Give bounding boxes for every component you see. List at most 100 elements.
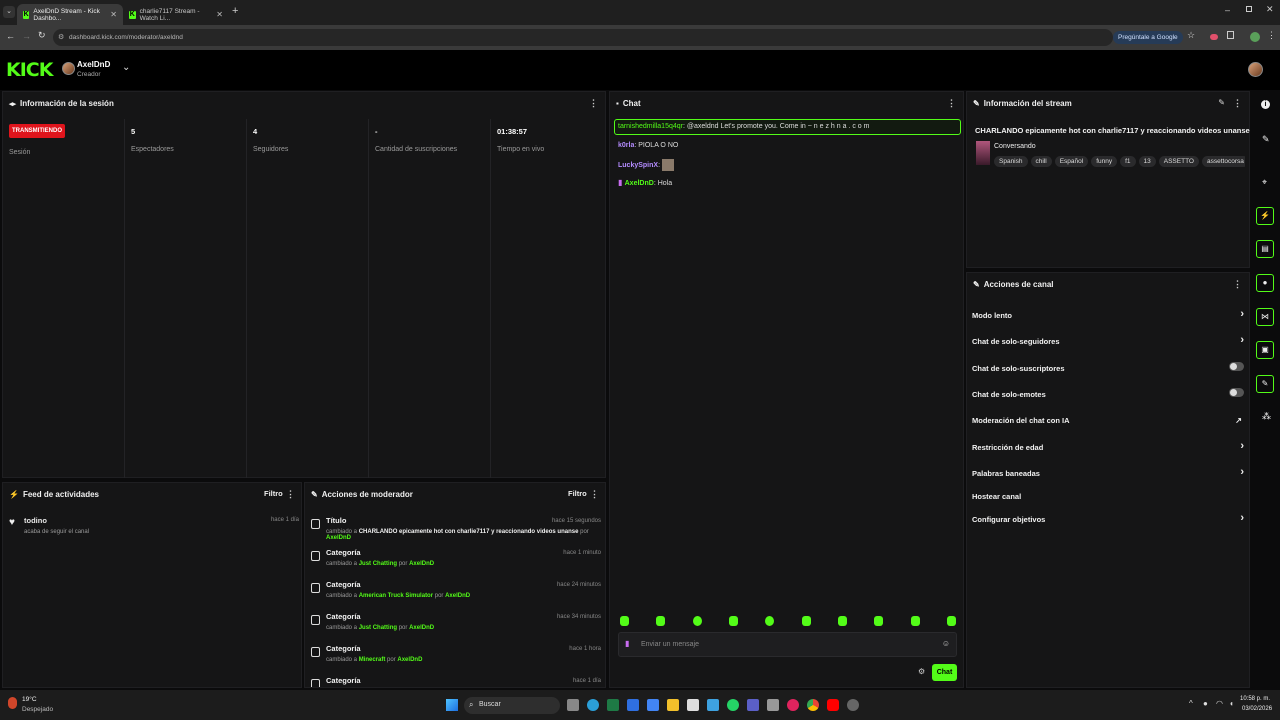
more-options-icon[interactable]: ⋮	[1233, 98, 1242, 109]
ask-google-button[interactable]: Pregúntale a Google	[1113, 31, 1183, 44]
app-icon[interactable]	[847, 699, 859, 711]
tab-list-button[interactable]: ⌄	[3, 6, 15, 18]
chat-username[interactable]: LuckySpinX	[618, 162, 658, 169]
profile-icon[interactable]	[1250, 32, 1260, 42]
volume-icon[interactable]: ◖	[1229, 699, 1234, 708]
action-subscribers-only[interactable]: Chat de solo-suscriptores	[972, 362, 1244, 373]
session-info-panel: ◂▸ Información de la sesión ⋮ TRANSMITIEN…	[2, 91, 606, 478]
panel-header: ✎ Información del stream	[973, 99, 1072, 108]
app-icon[interactable]	[627, 699, 639, 711]
address-input[interactable]: ⚙ dashboard.kick.com/moderator/axeldnd	[53, 29, 1113, 46]
user-menu[interactable]: AxelDnD Creador ⌄	[62, 60, 134, 80]
edge-icon[interactable]	[587, 699, 599, 711]
file-explorer-icon[interactable]	[667, 699, 679, 711]
bookmark-star-icon[interactable]: ☆	[1187, 30, 1195, 41]
edit-icon[interactable]: ✎	[1218, 98, 1225, 107]
chat-settings-icon[interactable]: ⚙	[918, 667, 925, 676]
filter-button[interactable]: Filtro	[568, 489, 587, 498]
browser-tab-dashboard[interactable]: K AxelDnD Stream - Kick Dashbo... ✕	[17, 4, 123, 25]
kick-logo[interactable]: KICK	[6, 59, 53, 81]
back-icon[interactable]: ←	[6, 31, 15, 41]
emote-icon[interactable]	[801, 616, 811, 626]
filter-button[interactable]: Filtro	[264, 489, 283, 498]
excel-icon[interactable]	[607, 699, 619, 711]
quick-action-camera-icon[interactable]: ▣	[1256, 341, 1274, 359]
extensions-puzzle-icon[interactable]	[1227, 31, 1234, 39]
quick-action-split-icon[interactable]: ⋈	[1256, 308, 1274, 326]
app-icon[interactable]	[787, 699, 799, 711]
action-set-goals[interactable]: Configurar objetivos ›	[972, 512, 1244, 524]
emote-icon[interactable]	[692, 616, 702, 626]
notepad-icon[interactable]	[687, 699, 699, 711]
crosshair-icon[interactable]: ⌖	[1262, 177, 1267, 188]
chat-username[interactable]: k0rla	[618, 142, 634, 149]
microphone-icon[interactable]: ●	[1203, 699, 1208, 708]
subscribers-only-toggle[interactable]	[1229, 362, 1244, 371]
more-options-icon[interactable]: ⋮	[947, 98, 956, 109]
pencil-icon[interactable]: ✎	[1262, 134, 1270, 145]
start-button[interactable]	[446, 699, 458, 711]
emote-icon[interactable]	[837, 616, 847, 626]
emoji-picker-icon[interactable]: ☺	[942, 639, 950, 648]
action-banned-words[interactable]: Palabras baneadas ›	[972, 466, 1244, 478]
emote-icon[interactable]	[910, 616, 920, 626]
chrome-menu-icon[interactable]: ⋮	[1267, 30, 1276, 41]
youtube-icon[interactable]	[827, 699, 839, 711]
whatsapp-icon[interactable]	[727, 699, 739, 711]
clock-time[interactable]: 10:58 p. m.	[1240, 696, 1270, 702]
action-age-restriction[interactable]: Restricción de edad ›	[972, 440, 1244, 452]
window-minimize-button[interactable]: –	[1225, 5, 1230, 15]
extra-tools-icon[interactable]: ⁂	[1262, 411, 1271, 422]
emotes-only-toggle[interactable]	[1229, 388, 1244, 397]
teams-icon[interactable]	[747, 699, 759, 711]
site-info-icon[interactable]: ⚙	[58, 29, 64, 46]
taskbar-search[interactable]: ⌕ Buscar	[464, 697, 560, 714]
clock-date[interactable]: 03/02/2026	[1242, 706, 1272, 712]
action-host-channel[interactable]: Hostear canal	[972, 492, 1244, 501]
more-options-icon[interactable]: ⋮	[286, 489, 295, 500]
action-ai-moderation[interactable]: Moderación del chat con IA ↗	[972, 416, 1244, 425]
close-tab-icon[interactable]: ✕	[216, 10, 223, 19]
account-avatar[interactable]	[1248, 62, 1263, 77]
chevron-down-icon[interactable]: ⌄	[122, 62, 130, 73]
forward-icon[interactable]: →	[22, 31, 31, 41]
chrome-icon[interactable]	[807, 699, 819, 711]
quick-action-bolt-icon[interactable]: ⚡	[1256, 207, 1274, 225]
more-options-icon[interactable]: ⋮	[1233, 279, 1242, 290]
chat-username[interactable]: tarnishedmilla15q4qr	[618, 123, 683, 130]
emote-icon[interactable]	[874, 616, 884, 626]
app-icon[interactable]	[707, 699, 719, 711]
action-emotes-only[interactable]: Chat de solo-emotes	[972, 388, 1244, 399]
action-slow-mode[interactable]: Modo lento ›	[972, 308, 1244, 320]
action-followers-only[interactable]: Chat de solo-seguidores ›	[972, 334, 1244, 346]
app-icon[interactable]	[767, 699, 779, 711]
chat-message: k0rla: PIOLA O NO	[618, 142, 678, 149]
window-close-button[interactable]: ✕	[1266, 4, 1274, 15]
weather-widget[interactable]: 19°C Despejado	[8, 696, 68, 716]
more-options-icon[interactable]: ⋮	[590, 489, 599, 500]
emote-icon[interactable]	[656, 616, 666, 626]
stat-value: 01:38:57	[497, 127, 528, 136]
emote-icon[interactable]	[765, 616, 775, 626]
emote-icon[interactable]	[620, 616, 629, 626]
wifi-icon[interactable]: ◠	[1216, 699, 1223, 708]
tray-chevron-icon[interactable]: ^	[1189, 699, 1193, 708]
extension-icon[interactable]	[1210, 34, 1218, 40]
new-tab-button[interactable]: +	[232, 5, 238, 17]
chat-send-button[interactable]: Chat	[932, 664, 957, 681]
browser-tab-watch[interactable]: K charlie7117 Stream - Watch Li... ✕	[123, 4, 229, 25]
more-options-icon[interactable]: ⋮	[589, 98, 598, 109]
quick-action-chat-icon[interactable]: ●	[1256, 274, 1274, 292]
chat-username[interactable]: AxelDnD	[625, 180, 654, 187]
app-icon[interactable]	[647, 699, 659, 711]
info-icon[interactable]: i	[1261, 100, 1270, 109]
emote-icon[interactable]	[946, 616, 956, 626]
emote-icon[interactable]	[728, 616, 738, 626]
close-tab-icon[interactable]: ✕	[110, 10, 117, 19]
quick-action-wrench-icon[interactable]: ✎	[1256, 375, 1274, 393]
chat-input[interactable]: ▮ Enviar un mensaje ☺	[618, 632, 957, 657]
reload-icon[interactable]: ↻	[38, 30, 46, 41]
quick-action-doc-icon[interactable]: ▤	[1256, 240, 1274, 258]
task-view-icon[interactable]	[567, 699, 579, 711]
window-maximize-button[interactable]	[1246, 6, 1252, 12]
